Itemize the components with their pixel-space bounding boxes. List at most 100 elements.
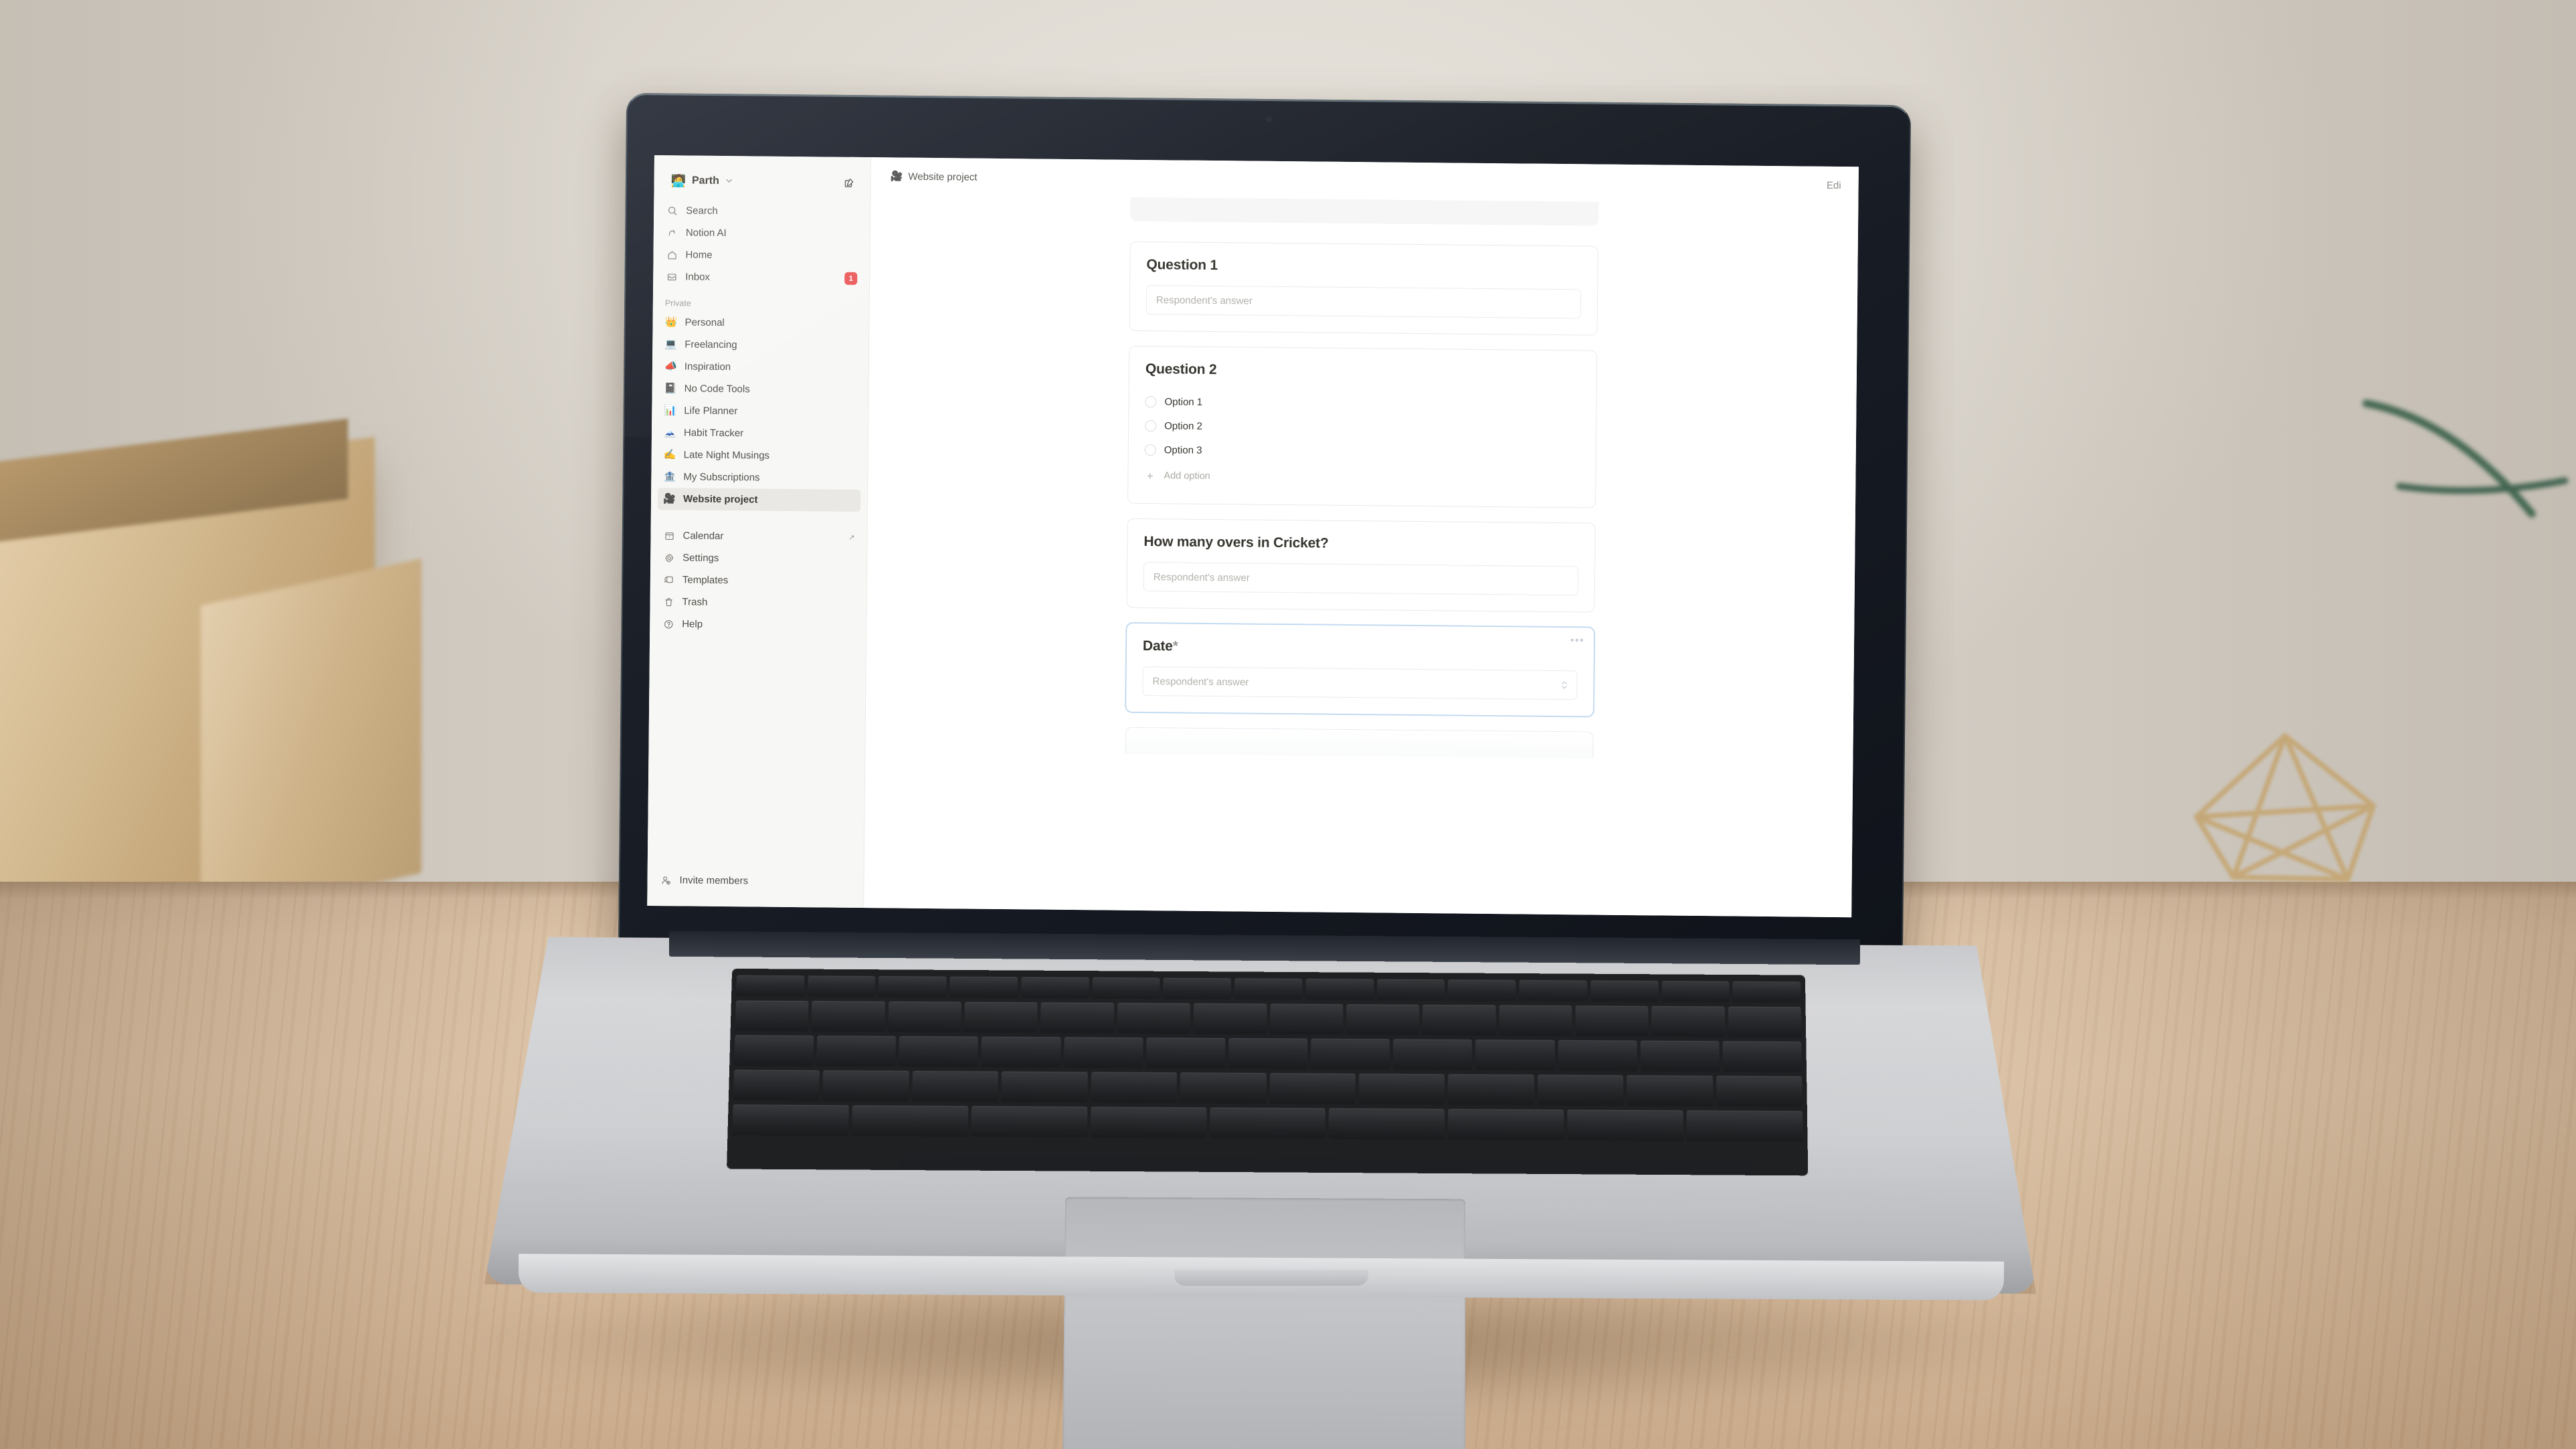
workspace-switcher[interactable]: 🧑‍💻 Parth: [666, 171, 739, 191]
sidebar-item-label: No Code Tools: [684, 383, 750, 395]
sidebar-item-label: Life Planner: [684, 405, 738, 417]
keyboard-key: [1063, 1037, 1143, 1068]
sidebar-item-notion-ai[interactable]: Notion AI: [660, 221, 863, 246]
answer-input-cricket[interactable]: Respondent's answer: [1143, 562, 1579, 596]
keyboard-key: [964, 1001, 1038, 1034]
sidebar-item-website-project[interactable]: 🎥 Website project: [657, 488, 861, 512]
keyboard-key: [1311, 1038, 1390, 1070]
sidebar-header: 🧑‍💻 Parth: [654, 155, 870, 201]
trackpad[interactable]: [1062, 1197, 1466, 1449]
keyboard-key: [1269, 1073, 1356, 1104]
radio-icon[interactable]: [1145, 419, 1157, 431]
sidebar-item-my-subscriptions[interactable]: 🏦 My Subscriptions: [658, 466, 860, 490]
external-link-icon: ↗: [848, 533, 855, 542]
sidebar-item-inspiration[interactable]: 📣 Inspiration: [659, 355, 862, 379]
crown-emoji-icon: 👑: [664, 316, 678, 328]
option-row[interactable]: Option 2: [1145, 413, 1580, 442]
sidebar-item-inbox[interactable]: Inbox 1: [660, 266, 862, 290]
keyboard-key: [1228, 1038, 1308, 1070]
keyboard-key: [1393, 1039, 1473, 1070]
keyboard-key: [1575, 1005, 1649, 1037]
required-asterisk: *: [1172, 638, 1178, 654]
plus-icon: +: [1146, 469, 1154, 482]
sidebar-item-label: Personal: [684, 316, 725, 329]
keyboard-key: [851, 1105, 968, 1137]
sidebar-item-trash[interactable]: Trash: [656, 591, 859, 615]
sidebar-item-habit-tracker[interactable]: 🗻 Habit Tracker: [658, 421, 861, 446]
keyboard-row: [731, 1000, 1807, 1038]
radio-icon[interactable]: [1144, 444, 1156, 456]
keyboard-key: [1537, 1074, 1624, 1106]
answer-input-date[interactable]: Respondent's answer: [1142, 666, 1578, 700]
form-canvas: Question 1 Respondent's answer Question …: [864, 195, 1858, 917]
bank-emoji-icon: 🏦: [663, 471, 676, 483]
sidebar-item-help[interactable]: Help: [656, 613, 859, 637]
add-option-label: Add option: [1164, 470, 1210, 482]
keyboard-row: [727, 1104, 1807, 1143]
keyboard-key: [1661, 981, 1730, 1003]
sidebar-item-home[interactable]: Home: [660, 244, 862, 268]
radio-icon[interactable]: [1145, 395, 1157, 407]
new-page-icon[interactable]: [840, 173, 858, 191]
answer-placeholder: Respondent's answer: [1152, 675, 1249, 688]
keyboard-key: [822, 1070, 909, 1102]
megaphone-emoji-icon: 📣: [664, 361, 677, 373]
keyboard-key: [949, 976, 1018, 999]
keyboard-key: [1001, 1071, 1088, 1103]
sidebar-item-label: Inbox: [685, 271, 711, 283]
sidebar-item-personal[interactable]: 👑 Personal: [659, 311, 862, 335]
main-content: 🎥 Website project Edi Question 1 Respond…: [864, 157, 1859, 918]
notebook-emoji-icon: 📓: [664, 383, 677, 395]
keyboard-key: [1590, 980, 1659, 1003]
form-card-clipped-bottom[interactable]: [1125, 727, 1594, 759]
keyboard-key: [971, 1106, 1087, 1138]
map-emoji-icon: 🗻: [664, 427, 676, 439]
sidebar-item-label: Late Night Musings: [683, 449, 770, 462]
breadcrumb[interactable]: 🎥 Website project: [886, 167, 982, 185]
keyboard-key: [1305, 979, 1374, 1001]
templates-icon: [662, 575, 675, 585]
sidebar-item-late-night-musings[interactable]: ✍️ Late Night Musings: [658, 444, 861, 468]
keyboard-row: [729, 1070, 1807, 1107]
keyboard-key: [1651, 1005, 1726, 1038]
edit-status-label[interactable]: Edi: [1827, 179, 1841, 191]
keyboard-key: [1163, 977, 1232, 1000]
option-row[interactable]: Option 3: [1144, 438, 1580, 466]
form-card-date[interactable]: ••• Date* Respondent's answer: [1125, 622, 1595, 717]
keyboard-key: [1193, 1003, 1267, 1035]
keyboard-key: [1499, 1005, 1572, 1036]
brass-magazine-file-second: [201, 558, 422, 921]
sidebar-item-settings[interactable]: Settings: [657, 547, 860, 571]
sidebar-item-calendar[interactable]: 7 Calendar ↗: [657, 524, 860, 549]
keyboard-key: [1728, 1006, 1802, 1038]
desk-shadow-left: [0, 882, 549, 1449]
chevron-down-icon: [725, 177, 733, 187]
invite-members-button[interactable]: Invite members: [654, 869, 856, 893]
add-option-button[interactable]: + Add option: [1144, 464, 1579, 491]
keyboard-key: [735, 1000, 809, 1032]
card-more-menu-icon[interactable]: •••: [1570, 635, 1584, 646]
keyboard-key: [1091, 1072, 1178, 1104]
laptop-screen: 🧑‍💻 Parth: [647, 155, 1859, 918]
answer-input-question-1[interactable]: Respondent's answer: [1145, 285, 1582, 319]
sidebar-item-life-planner[interactable]: 📊 Life Planner: [658, 399, 861, 423]
sidebar-item-label: Freelancing: [684, 339, 737, 351]
form-card-clipped-top[interactable]: [1130, 197, 1599, 226]
option-row[interactable]: Option 1: [1145, 389, 1580, 417]
photo-scene: 🧑‍💻 Parth: [0, 0, 2576, 1449]
sidebar-item-templates[interactable]: Templates: [657, 569, 860, 593]
sidebar: 🧑‍💻 Parth: [647, 155, 871, 908]
stepper-icon[interactable]: [1560, 680, 1568, 690]
keyboard-key: [1448, 1074, 1535, 1106]
sidebar-section-private: Private: [664, 298, 691, 308]
form-card-question-1[interactable]: Question 1 Respondent's answer: [1129, 241, 1598, 336]
sidebar-item-no-code-tools[interactable]: 📓 No Code Tools: [658, 377, 861, 401]
sidebar-item-search[interactable]: Search: [660, 199, 863, 223]
form-card-question-2[interactable]: Question 2 Option 1 Option 2 Option 3 + …: [1127, 345, 1598, 508]
form-card-cricket[interactable]: How many overs in Cricket? Respondent's …: [1126, 518, 1596, 613]
sidebar-item-freelancing[interactable]: 💻 Freelancing: [659, 333, 862, 357]
brass-geometric-ornament: [2175, 719, 2395, 900]
search-icon: [666, 205, 678, 216]
keyboard-key: [1020, 977, 1089, 999]
